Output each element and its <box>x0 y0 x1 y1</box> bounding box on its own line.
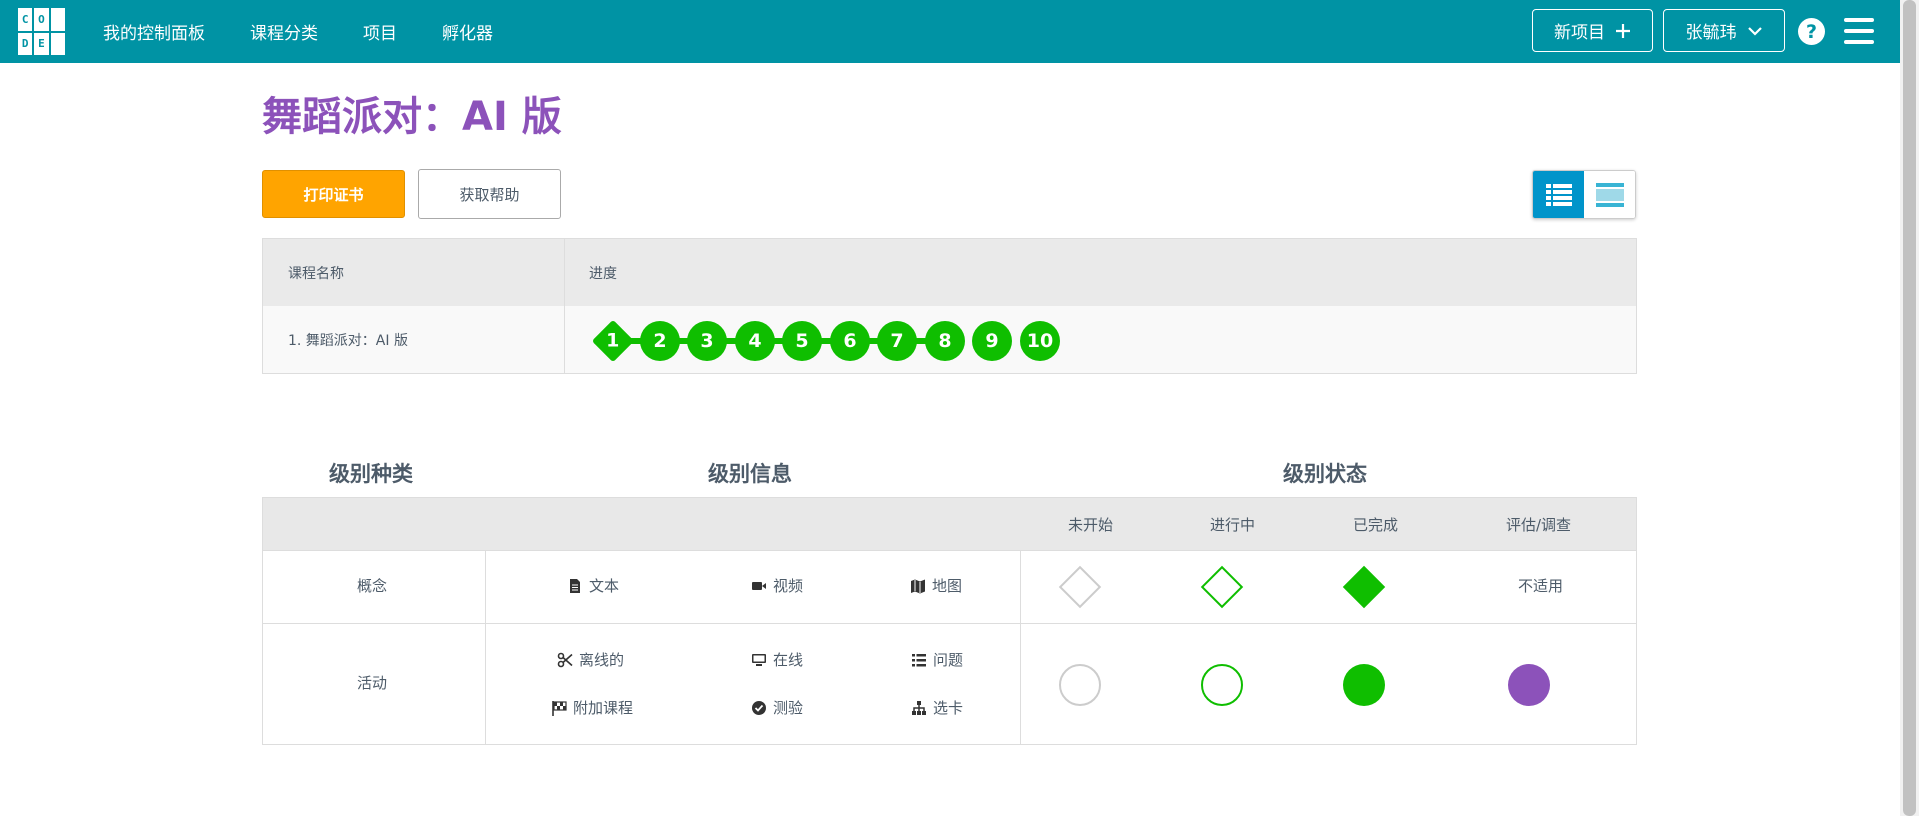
level-bubble[interactable]: 8 <box>925 321 965 361</box>
level-key-table: 未开始 进行中 已完成 评估/调查 概念 文本 视频 地图 不适用 活动 离线的… <box>262 497 1637 745</box>
logo-letter: C <box>18 8 33 31</box>
sitemap-icon <box>912 700 926 715</box>
column-header-progress: 进度 <box>589 266 617 282</box>
status-not-started-header: 未开始 <box>1068 516 1114 534</box>
column-divider <box>1020 550 1021 744</box>
key-item-map: 地图 <box>910 575 962 596</box>
level-bubble[interactable]: 9 <box>972 321 1012 361</box>
key-item-choice: 选卡 <box>911 697 963 718</box>
level-bubble[interactable]: 5 <box>782 321 822 361</box>
key-item-text: 文本 <box>567 575 619 596</box>
assessment-activity-icon <box>1508 664 1550 706</box>
level-bubble[interactable]: 10 <box>1020 321 1060 361</box>
logo-letter: O <box>34 8 49 31</box>
user-menu-button[interactable]: 张毓玮 <box>1663 9 1785 52</box>
level-bubble[interactable]: 3 <box>687 321 727 361</box>
status-completed-header: 已完成 <box>1353 516 1399 534</box>
key-item-quiz: 测验 <box>751 697 803 718</box>
print-certificate-button[interactable]: 打印证书 <box>262 170 405 218</box>
level-types-heading: 级别种类 <box>329 462 413 486</box>
lesson-name[interactable]: 1. 舞蹈派对：AI 版 <box>288 330 408 350</box>
not-applicable-text: 不适用 <box>1518 577 1564 595</box>
flag-icon <box>552 700 567 716</box>
map-icon <box>911 579 925 593</box>
completed-concept-icon <box>1342 565 1386 609</box>
new-project-button[interactable]: 新项目 <box>1532 9 1653 52</box>
nav-dashboard[interactable]: 我的控制面板 <box>103 19 205 44</box>
status-assessment-header: 评估/调查 <box>1506 516 1572 534</box>
key-table-header <box>263 498 1636 550</box>
chevron-down-icon <box>1747 26 1762 36</box>
scissors-icon <box>557 652 573 667</box>
key-item-online: 在线 <box>751 649 803 670</box>
logo-letter: E <box>34 32 49 55</box>
help-icon[interactable]: ? <box>1798 18 1825 45</box>
user-name: 张毓玮 <box>1685 23 1737 43</box>
in-progress-concept-icon <box>1200 565 1244 609</box>
logo-letter <box>50 32 65 55</box>
plus-icon <box>1616 23 1630 38</box>
column-header-lesson-name: 课程名称 <box>288 266 344 282</box>
column-divider <box>485 550 486 744</box>
level-bubble[interactable]: 2 <box>640 321 680 361</box>
list-icon <box>912 653 926 666</box>
logo-letter: D <box>18 32 33 55</box>
desktop-icon <box>752 653 766 666</box>
logo-letter <box>50 8 65 31</box>
activity-label: 活动 <box>357 674 388 692</box>
nav-incubator[interactable]: 孵化器 <box>442 19 493 44</box>
level-info-heading: 级别信息 <box>708 462 792 486</box>
detail-list-icon <box>1545 183 1572 206</box>
code-org-logo[interactable]: C O D E <box>18 8 65 55</box>
key-item-question: 问题 <box>911 649 963 670</box>
summary-view-button[interactable] <box>1584 171 1635 218</box>
document-icon <box>570 578 580 593</box>
not-started-concept-icon <box>1058 565 1102 609</box>
view-toggle <box>1532 170 1636 219</box>
table-header <box>263 239 1636 306</box>
scrollbar-thumb[interactable] <box>1903 0 1916 816</box>
new-project-label: 新项目 <box>1554 23 1605 43</box>
check-circle-icon <box>752 700 766 715</box>
nav-projects[interactable]: 项目 <box>363 19 397 44</box>
video-icon <box>752 581 766 590</box>
level-status-heading: 级别状态 <box>1283 462 1367 486</box>
scrollbar[interactable] <box>1900 0 1919 816</box>
level-bubble[interactable]: 4 <box>735 321 775 361</box>
key-item-unplugged: 离线的 <box>557 649 624 670</box>
not-started-activity-icon <box>1059 664 1101 706</box>
lesson-progress-table: 课程名称 进度 1. 舞蹈派对：AI 版 1 2 3 4 5 6 7 8 9 1… <box>262 238 1637 374</box>
completed-activity-icon <box>1343 664 1385 706</box>
main-nav: 我的控制面板 课程分类 项目 孵化器 <box>103 0 538 63</box>
key-item-bonus: 附加课程 <box>551 697 633 718</box>
top-nav-bar: C O D E 我的控制面板 课程分类 项目 孵化器 新项目 张毓玮 ? <box>0 0 1900 63</box>
hamburger-menu-icon[interactable] <box>1844 18 1874 44</box>
column-divider <box>564 239 565 373</box>
get-help-button[interactable]: 获取帮助 <box>418 169 561 219</box>
page-title: 舞蹈派对：AI 版 <box>262 94 562 140</box>
nav-course-catalog[interactable]: 课程分类 <box>250 19 318 44</box>
row-divider <box>263 623 1636 624</box>
row-divider <box>263 550 1636 551</box>
key-item-video: 视频 <box>751 575 803 596</box>
in-progress-activity-icon <box>1201 664 1243 706</box>
level-bubble[interactable]: 7 <box>877 321 917 361</box>
status-in-progress-header: 进行中 <box>1210 516 1256 534</box>
summary-list-icon <box>1595 182 1624 207</box>
concept-label: 概念 <box>357 577 388 595</box>
level-bubble[interactable]: 6 <box>830 321 870 361</box>
detail-view-button[interactable] <box>1533 171 1584 218</box>
